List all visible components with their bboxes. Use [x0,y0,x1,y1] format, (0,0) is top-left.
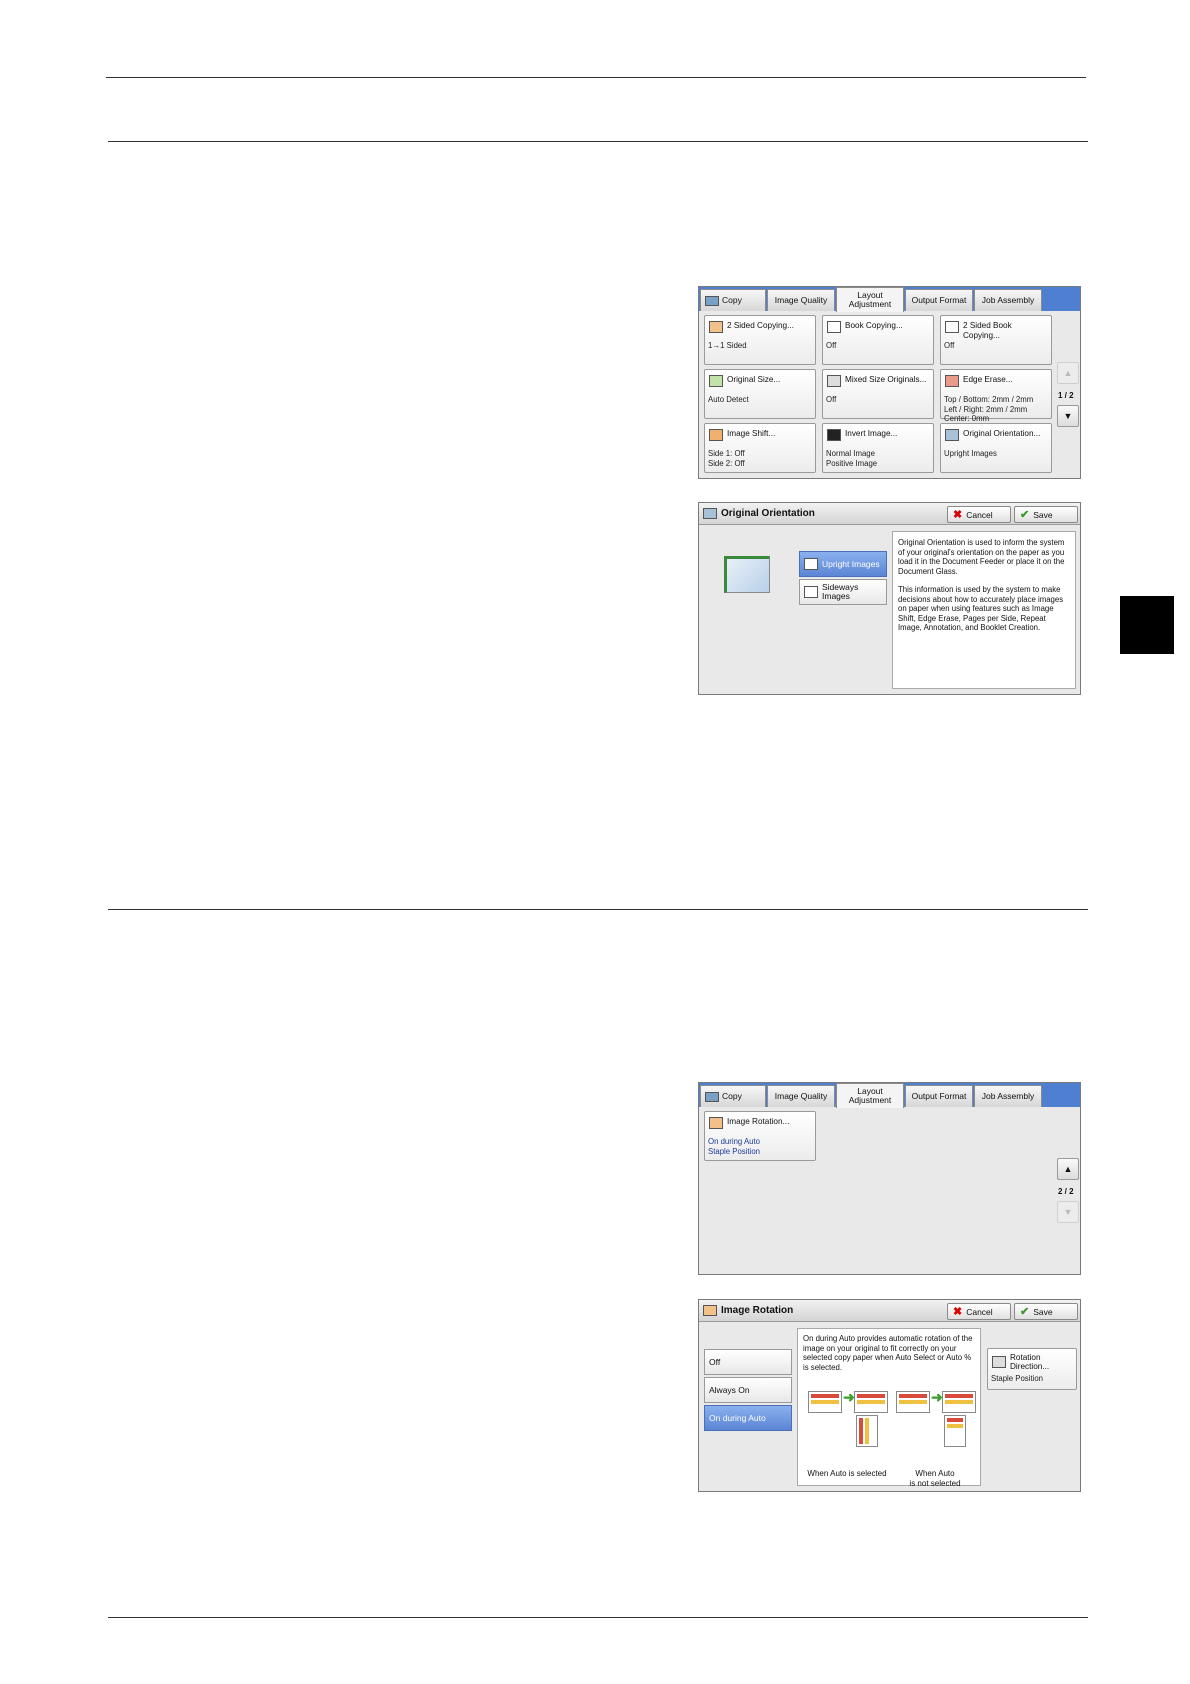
description-panel: Original Orientation is used to inform t… [892,531,1076,689]
landscape-original-sheet [896,1391,930,1413]
rotation-illustration-auto: ➜ [808,1389,888,1451]
layout-adjustment-screen-1: Copy Image Quality Layout Adjustment Out… [698,286,1081,479]
dialog-title: Image Rotation [721,1305,794,1316]
scroll-up-button[interactable]: ▲ [1057,1158,1079,1180]
section-rule-1 [108,141,1088,142]
description-text: On during Auto provides automatic rotati… [803,1334,973,1372]
invert-image-icon [827,429,841,441]
green-arrow-icon: ➜ [843,1389,855,1405]
copy-icon [705,295,719,306]
option-sideways-images[interactable]: Sideways Images [799,579,887,605]
rotation-direction-icon [992,1356,1006,1368]
layout-adjustment-screen-2: Copy Image Quality Layout Adjustment Out… [698,1082,1081,1275]
tab-layout-adjustment[interactable]: Layout Adjustment [836,1083,904,1108]
rotation-direction-button[interactable]: Rotation Direction... Staple Position [987,1348,1077,1390]
section-rule-2 [108,909,1088,910]
scroll-down-button[interactable]: ▼ [1057,405,1079,427]
bottom-rule [108,1617,1088,1618]
original-size-icon [709,375,723,387]
tab-image-quality[interactable]: Image Quality [767,289,835,311]
option-off[interactable]: Off [704,1349,792,1375]
save-button[interactable]: ✔ Save [1014,1303,1078,1320]
landscape-output-sheet [942,1391,976,1413]
two-sided-book-copying-button[interactable]: 2 Sided Book Copying... Off [940,315,1052,365]
tab-image-quality[interactable]: Image Quality [767,1085,835,1107]
close-icon: ✖ [953,509,963,521]
original-orientation-dialog: Original Orientation ✖ Cancel ✔ Save Uprig… [698,502,1081,695]
two-sided-copying-button[interactable]: 2 Sided Copying... 1→1 Sided [704,315,816,365]
image-rotation-icon [703,1305,717,1316]
invert-image-button[interactable]: Invert Image... Normal Image Positive Im… [822,423,934,473]
tab-output-format[interactable]: Output Format [905,289,973,311]
green-arrow-icon: ➜ [931,1389,943,1405]
orientation-icon [945,429,959,441]
image-shift-button[interactable]: Image Shift... Side 1: Off Side 2: Off [704,423,816,473]
original-orientation-button[interactable]: Original Orientation... Upright Images [940,423,1052,473]
two-sided-icon [709,321,723,333]
orientation-preview-image [724,556,770,593]
image-rotation-button[interactable]: Image Rotation... On during Auto Staple … [704,1111,816,1161]
option-always-on[interactable]: Always On [704,1377,792,1403]
dialog-header: Image Rotation ✖ Cancel ✔ Save [699,1300,1080,1322]
page-indicator: 1 / 2 [1058,391,1074,400]
cancel-button[interactable]: ✖ Cancel [947,506,1011,523]
rotation-illustration-not-auto: ➜ [896,1389,976,1451]
tab-copy[interactable]: Copy [700,1085,766,1107]
dialog-header: Original Orientation ✖ Cancel ✔ Save [699,503,1080,525]
tab-bar: Copy Image Quality Layout Adjustment Out… [699,287,1080,312]
save-button[interactable]: ✔ Save [1014,506,1078,523]
caption-auto-selected: When Auto is selected [807,1469,887,1478]
scroll-down-button[interactable]: ▼ [1057,1201,1079,1223]
check-icon: ✔ [1020,509,1030,521]
image-shift-icon [709,429,723,441]
book-copying-button[interactable]: Book Copying... Off [822,315,934,365]
dialog-title: Original Orientation [721,508,815,519]
original-size-button[interactable]: Original Size... Auto Detect [704,369,816,419]
edge-erase-button[interactable]: Edge Erase... Top / Bottom: 2mm / 2mm Le… [940,369,1052,423]
upright-icon [804,558,818,570]
mixed-size-originals-button[interactable]: Mixed Size Originals... Off [822,369,934,419]
landscape-original-sheet [808,1391,842,1413]
tab-job-assembly[interactable]: Job Assembly [974,1085,1042,1107]
description-paragraph-1: Original Orientation is used to inform t… [898,538,1065,576]
description-paragraph-2: This information is used by the system t… [898,585,1064,632]
open-book-icon [945,321,959,333]
book-icon [827,321,841,333]
landscape-output-sheet [854,1391,888,1413]
check-icon: ✔ [1020,1306,1030,1318]
scroll-up-button[interactable]: ▲ [1057,362,1079,384]
cancel-button[interactable]: ✖ Cancel [947,1303,1011,1320]
mixed-size-icon [827,375,841,387]
edge-erase-icon [945,375,959,387]
image-rotation-dialog: Image Rotation ✖ Cancel ✔ Save Off Always … [698,1299,1081,1492]
caption-auto-not-selected: When Auto is not selected [909,1469,961,1488]
image-rotation-icon [709,1117,723,1129]
close-icon: ✖ [953,1306,963,1318]
tab-layout-adjustment[interactable]: Layout Adjustment [836,287,904,312]
tab-copy[interactable]: Copy [700,289,766,311]
copy-icon [705,1091,719,1102]
description-panel: On during Auto provides automatic rotati… [797,1328,981,1488]
page-indicator: 2 / 2 [1058,1187,1074,1196]
tab-job-assembly[interactable]: Job Assembly [974,289,1042,311]
tab-bar: Copy Image Quality Layout Adjustment Out… [699,1083,1080,1108]
top-rule [106,77,1086,78]
rotated-portrait-sheet [856,1415,878,1447]
option-on-during-auto[interactable]: On during Auto [704,1405,792,1431]
tab-output-format[interactable]: Output Format [905,1085,973,1107]
chapter-tab [1120,596,1174,654]
sideways-icon [804,586,818,598]
orientation-icon [703,508,717,519]
unrotated-portrait-sheet [944,1415,966,1447]
option-upright-images[interactable]: Upright Images [799,551,887,577]
